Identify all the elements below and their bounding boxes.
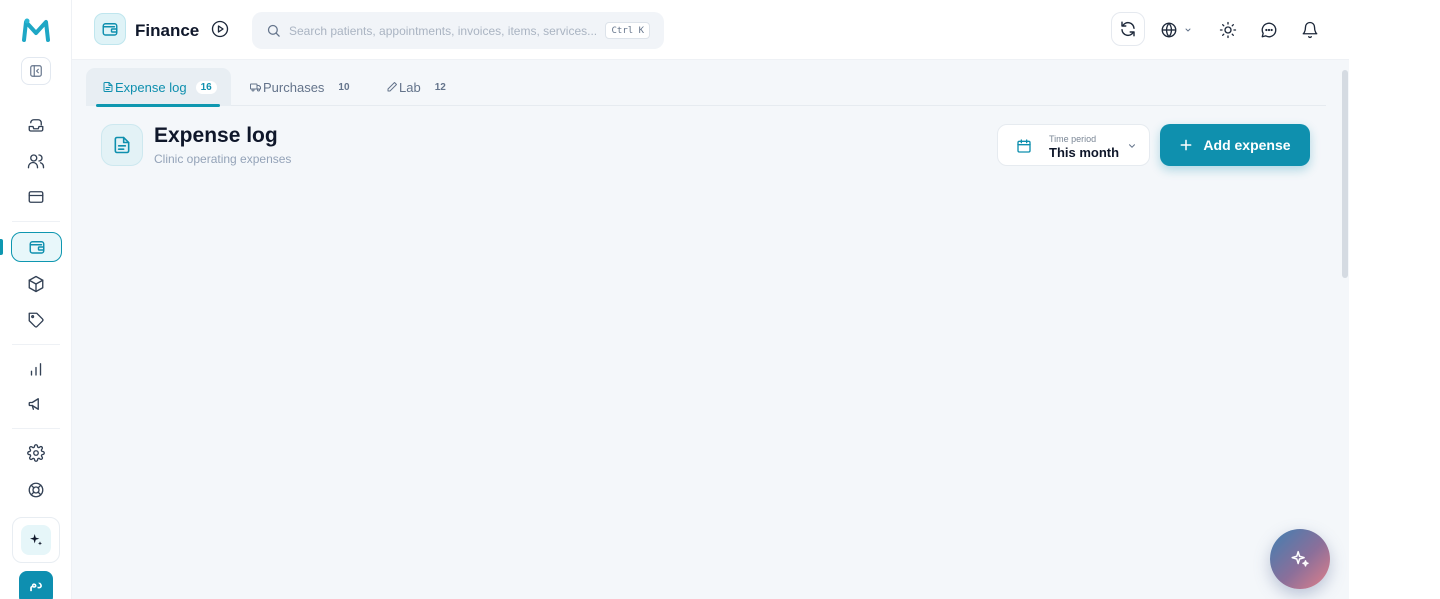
lifebuoy-icon — [28, 482, 44, 498]
vertical-scrollbar[interactable] — [1342, 70, 1348, 278]
tab-label: Expense log — [115, 79, 187, 95]
tab-count-badge: 12 — [434, 81, 446, 93]
top-header: Finance Ctrl K — [72, 0, 1349, 60]
sun-icon — [1219, 21, 1237, 39]
sidebar-item-reports[interactable] — [20, 355, 52, 383]
pencil-icon — [387, 82, 397, 92]
search-icon — [267, 24, 280, 37]
document-icon — [103, 82, 113, 92]
tab-label: Purchases — [263, 79, 325, 95]
sidebar-item-finance[interactable] — [11, 232, 62, 262]
nav-divider — [12, 344, 60, 345]
theme-toggle-button[interactable] — [1218, 20, 1238, 40]
inbox-icon — [28, 119, 44, 132]
search-input[interactable] — [289, 23, 599, 38]
ai-assistant-fab[interactable] — [1270, 529, 1330, 589]
tab-bar: Expense log 16 Purchases 10 Lab 12 — [86, 68, 1326, 107]
active-indicator — [0, 239, 3, 255]
wallet-icon — [29, 241, 44, 254]
plus-icon — [1180, 139, 1192, 151]
chevron-down-icon — [1128, 144, 1136, 148]
refresh-button[interactable] — [1111, 12, 1145, 46]
sidebar-toggle-icon — [30, 65, 42, 77]
nav-divider — [12, 221, 60, 222]
ai-assistant-button[interactable] — [12, 517, 60, 563]
users-icon — [27, 154, 45, 169]
sparkle-icon — [1291, 550, 1309, 567]
globe-icon — [1161, 22, 1177, 38]
ai-assistant-badge — [21, 525, 51, 555]
time-period-label: Time period — [1049, 134, 1097, 144]
tab-expense-log[interactable]: Expense log 16 — [86, 68, 231, 107]
add-expense-button[interactable]: Add expense — [1160, 124, 1310, 166]
sidebar-collapse-button[interactable] — [21, 57, 51, 85]
global-search[interactable]: Ctrl K — [252, 12, 664, 49]
module-icon — [94, 13, 126, 45]
sidebar-item-billing[interactable] — [20, 183, 52, 211]
bell-icon — [1302, 21, 1318, 39]
sidebar-item-inventory[interactable] — [20, 270, 52, 298]
nav-divider — [12, 428, 60, 429]
calendar-icon — [1017, 139, 1031, 153]
time-period-value: This month — [1049, 145, 1120, 160]
window-gutter — [1349, 0, 1440, 599]
language-button[interactable] — [1159, 20, 1179, 40]
user-avatar[interactable]: دم — [19, 571, 53, 599]
tab-count-badge: 16 — [195, 80, 217, 94]
wallet-icon — [102, 23, 118, 36]
notifications-button[interactable] — [1300, 20, 1320, 40]
search-shortcut-hint: Ctrl K — [605, 22, 650, 39]
gear-icon — [27, 444, 45, 462]
page-subtitle: Clinic operating expenses — [154, 152, 292, 166]
sidebar-item-settings[interactable] — [20, 439, 52, 467]
tag-icon — [28, 312, 44, 328]
tab-count-badge: 10 — [338, 81, 350, 93]
chevron-down-icon[interactable] — [1184, 26, 1192, 34]
sidebar: دم — [0, 0, 72, 599]
megaphone-icon — [28, 398, 39, 410]
app-logo[interactable] — [21, 17, 51, 43]
add-expense-label: Add expense — [1203, 137, 1291, 153]
tab-purchases[interactable]: Purchases 10 — [250, 68, 355, 106]
play-tour-icon[interactable] — [211, 20, 229, 38]
time-period-select[interactable]: Time period This month — [997, 124, 1150, 166]
sidebar-item-help[interactable] — [20, 476, 52, 504]
page-header-icon — [101, 124, 143, 166]
page-title: Expense log — [154, 124, 278, 147]
main-content: Expense log 16 Purchases 10 Lab 12 Expen… — [72, 60, 1349, 599]
chart-icon — [30, 363, 42, 376]
sidebar-item-marketing[interactable] — [20, 390, 52, 418]
sparkle-icon — [30, 534, 42, 546]
card-icon — [28, 191, 44, 203]
chat-icon — [1261, 22, 1277, 38]
tab-lab[interactable]: Lab 12 — [386, 68, 451, 106]
refresh-icon — [1121, 21, 1135, 37]
document-icon — [114, 136, 130, 154]
package-icon — [28, 275, 44, 293]
sidebar-item-patients[interactable] — [20, 147, 52, 175]
messages-button[interactable] — [1259, 20, 1279, 40]
active-tab-underline — [96, 104, 220, 107]
sidebar-item-services[interactable] — [20, 306, 52, 334]
tab-label: Lab — [399, 79, 421, 95]
sidebar-item-inbox[interactable] — [20, 111, 52, 139]
truck-icon — [250, 83, 261, 92]
module-title: Finance — [135, 21, 200, 40]
